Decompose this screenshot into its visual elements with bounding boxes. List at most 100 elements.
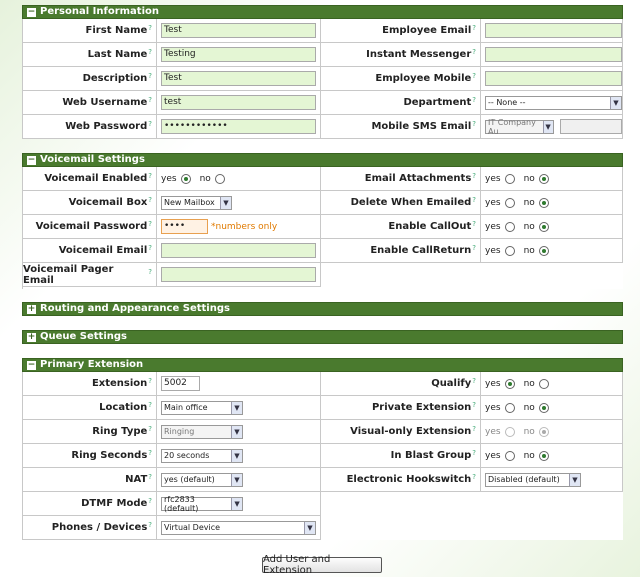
numbers-only-hint: *numbers only xyxy=(211,221,278,232)
in-blast-group-no-radio[interactable] xyxy=(538,450,549,461)
chevron-down-icon: ▼ xyxy=(304,521,315,534)
mobile-sms-email-label: Mobile SMS Email? xyxy=(321,115,481,139)
voicemail-enabled-yes-radio[interactable] xyxy=(180,173,191,184)
enable-callout-label: Enable CallOut? xyxy=(321,215,481,239)
voicemail-pager-email-label: Voicemail Pager Email? xyxy=(23,263,157,287)
chevron-down-icon: ▼ xyxy=(542,120,553,133)
expand-icon[interactable]: + xyxy=(27,332,36,342)
description-input[interactable]: Test xyxy=(161,71,316,86)
private-extension-yes-radio[interactable] xyxy=(504,402,515,413)
collapse-icon[interactable]: − xyxy=(27,155,36,165)
department-label: Department? xyxy=(321,91,481,115)
expand-icon[interactable]: + xyxy=(27,304,36,314)
dtmf-mode-select[interactable]: rfc2833 (default) ▼ xyxy=(161,495,243,513)
chevron-down-icon: ▼ xyxy=(231,473,242,486)
nat-label: NAT? xyxy=(23,468,157,492)
qualify-label: Qualify? xyxy=(321,372,481,396)
enable-callreturn-label: Enable CallReturn? xyxy=(321,239,481,263)
location-select[interactable]: Main office ▼ xyxy=(161,400,243,415)
personal-information-section: − Personal Information First Name? Test E… xyxy=(22,5,623,139)
chevron-down-icon: ▼ xyxy=(610,96,621,109)
extension-label: Extension? xyxy=(23,372,157,396)
email-attachments-yes-radio[interactable] xyxy=(504,173,515,184)
routing-appearance-header[interactable]: + Routing and Appearance Settings xyxy=(22,302,623,316)
chevron-down-icon: ▼ xyxy=(569,473,580,486)
chevron-down-icon: ▼ xyxy=(220,196,231,209)
visual-only-yes-radio[interactable] xyxy=(504,426,515,437)
chevron-down-icon: ▼ xyxy=(231,425,242,438)
chevron-down-icon: ▼ xyxy=(231,449,242,462)
first-name-label: First Name? xyxy=(23,19,157,43)
private-extension-no-radio[interactable] xyxy=(538,402,549,413)
delete-when-emailed-label: Delete When Emailed? xyxy=(321,191,481,215)
in-blast-group-yes-radio[interactable] xyxy=(504,450,515,461)
voicemail-pager-email-input[interactable] xyxy=(161,267,316,282)
personal-information-header[interactable]: − Personal Information xyxy=(22,5,623,19)
ring-seconds-label: Ring Seconds? xyxy=(23,444,157,468)
enable-callreturn-no-radio[interactable] xyxy=(538,245,549,256)
voicemail-password-label: Voicemail Password? xyxy=(23,215,157,239)
phones-devices-select[interactable]: Virtual Device ▼ xyxy=(161,520,316,535)
voicemail-settings-header[interactable]: − Voicemail Settings xyxy=(22,153,623,167)
sms-number-input[interactable] xyxy=(559,119,622,134)
instant-messenger-label: Instant Messenger? xyxy=(321,43,481,67)
qualify-yes-radio[interactable] xyxy=(504,378,515,389)
ring-type-label: Ring Type? xyxy=(23,420,157,444)
primary-extension-section: − Primary Extension Extension? 5002 Quali… xyxy=(22,358,623,540)
visual-only-no-radio[interactable] xyxy=(538,426,549,437)
last-name-label: Last Name? xyxy=(23,43,157,67)
chevron-down-icon: ▼ xyxy=(231,401,242,414)
voicemail-email-label: Voicemail Email? xyxy=(23,239,157,263)
enable-callout-no-radio[interactable] xyxy=(538,221,549,232)
department-select[interactable]: -- None -- ▼ xyxy=(485,95,622,110)
collapse-icon[interactable]: − xyxy=(27,7,36,17)
voicemail-grid: Voicemail Enabled? yes no Email Attachmen… xyxy=(22,167,623,289)
employee-email-input[interactable] xyxy=(485,23,622,38)
enable-callout-yes-radio[interactable] xyxy=(504,221,515,232)
extension-input[interactable]: 5002 xyxy=(161,376,200,391)
instant-messenger-input[interactable] xyxy=(485,47,622,62)
voicemail-enabled-label: Voicemail Enabled? xyxy=(23,167,157,191)
primary-extension-grid: Extension? 5002 Qualify? yes no Location?… xyxy=(22,372,623,540)
web-username-input[interactable]: test xyxy=(161,95,316,110)
electronic-hookswitch-label: Electronic Hookswitch? xyxy=(321,468,481,492)
in-blast-group-label: In Blast Group? xyxy=(321,444,481,468)
collapse-icon[interactable]: − xyxy=(27,360,36,370)
web-username-label: Web Username? xyxy=(23,91,157,115)
email-attachments-label: Email Attachments? xyxy=(321,167,481,191)
qualify-no-radio[interactable] xyxy=(538,378,549,389)
voicemail-enabled-no-radio[interactable] xyxy=(214,173,225,184)
web-password-input[interactable]: •••••••••••• xyxy=(161,119,316,134)
email-attachments-no-radio[interactable] xyxy=(538,173,549,184)
location-label: Location? xyxy=(23,396,157,420)
web-password-label: Web Password? xyxy=(23,115,157,139)
visual-only-extension-label: Visual-only Extension? xyxy=(321,420,481,444)
first-name-input[interactable]: Test xyxy=(161,23,316,38)
employee-mobile-input[interactable] xyxy=(485,71,622,86)
add-user-and-extension-button[interactable]: Add User and Extension xyxy=(262,554,382,576)
voicemail-password-input[interactable]: •••• xyxy=(161,219,208,234)
enable-callreturn-yes-radio[interactable] xyxy=(504,245,515,256)
electronic-hookswitch-select[interactable]: Disabled (default) ▼ xyxy=(485,472,581,487)
voicemail-email-input[interactable] xyxy=(161,243,316,258)
sms-carrier-select[interactable]: IT Company Au ▼ xyxy=(485,118,554,136)
voicemail-box-select[interactable]: New Mailbox ▼ xyxy=(161,195,232,210)
queue-settings-header[interactable]: + Queue Settings xyxy=(22,330,623,344)
last-name-input[interactable]: Testing xyxy=(161,47,316,62)
employee-email-label: Employee Email? xyxy=(321,19,481,43)
routing-appearance-section: + Routing and Appearance Settings xyxy=(22,302,623,316)
employee-mobile-label: Employee Mobile? xyxy=(321,67,481,91)
primary-extension-header[interactable]: − Primary Extension xyxy=(22,358,623,372)
chevron-down-icon: ▼ xyxy=(231,497,242,510)
nat-select[interactable]: yes (default) ▼ xyxy=(161,472,243,487)
ring-seconds-select[interactable]: 20 seconds ▼ xyxy=(161,448,243,463)
description-label: Description? xyxy=(23,67,157,91)
queue-settings-section: + Queue Settings xyxy=(22,330,623,344)
delete-when-emailed-no-radio[interactable] xyxy=(538,197,549,208)
phones-devices-label: Phones / Devices? xyxy=(23,516,157,540)
private-extension-label: Private Extension? xyxy=(321,396,481,420)
voicemail-box-label: Voicemail Box? xyxy=(23,191,157,215)
delete-when-emailed-yes-radio[interactable] xyxy=(504,197,515,208)
ring-type-select[interactable]: Ringing ▼ xyxy=(161,424,243,439)
personal-information-grid: First Name? Test Employee Email? Last Na… xyxy=(22,19,623,139)
